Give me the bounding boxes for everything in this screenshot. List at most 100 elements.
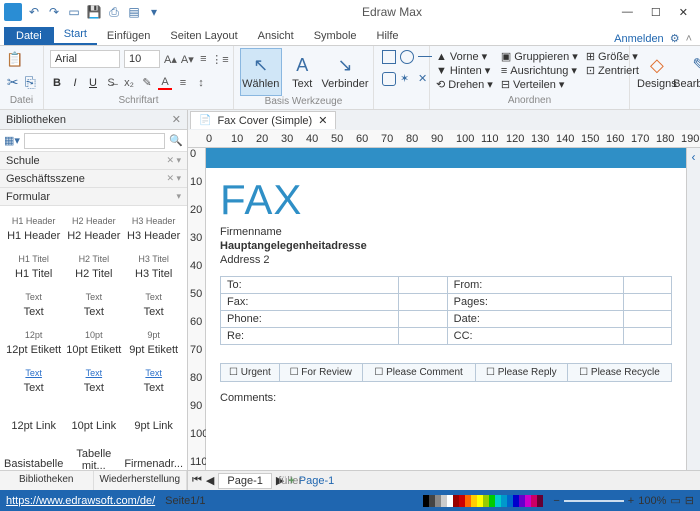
library-item[interactable]: 9pt Link [124,400,183,434]
zoom-control[interactable]: − + 100% ▭ ⊟ [553,494,694,507]
search-icon[interactable]: 🔍 [169,134,183,147]
shape-gallery[interactable]: ✶ ✕ [380,48,423,88]
select-tool[interactable]: ↖Wählen [240,48,282,96]
fit-width-icon[interactable]: ⊟ [685,494,694,507]
fax-title: FAX [220,176,672,224]
bold-icon[interactable]: B [50,76,64,90]
library-item[interactable]: 12pt Link [4,400,63,434]
login-link[interactable]: Anmelden [614,33,664,45]
window-buttons: — ☐ ✕ [622,6,696,19]
status-url[interactable]: https://www.edrawsoft.com/de/ [6,495,155,507]
tab-insert[interactable]: Einfügen [97,27,160,45]
grow-font-icon[interactable]: A▴ [164,52,177,66]
right-collapse-icon[interactable]: ‹ [686,148,700,470]
page-tab-1[interactable]: Page-1 [218,473,271,489]
shrink-font-icon[interactable]: A▾ [181,52,194,66]
page-nav-first-icon[interactable]: ⏮ [192,474,202,487]
tab-start[interactable]: Start [54,25,97,45]
library-item[interactable]: 9pt9pt Etikett [124,324,183,358]
library-item[interactable]: TextText [65,362,122,396]
settings-icon[interactable]: ⚙ [670,32,680,45]
color-palette[interactable] [423,495,543,507]
sidebar-cat-school[interactable]: Schule✕ ▾ [0,152,187,170]
italic-icon[interactable]: I [68,76,82,90]
library-item[interactable]: 10pt10pt Etikett [65,324,122,358]
zoom-in-icon[interactable]: + [628,495,634,507]
library-menu-icon[interactable]: ▦▾ [4,134,20,147]
strike-icon[interactable]: S̶ [104,76,118,90]
connector-tool[interactable]: ↘Verbinder [323,48,367,96]
edit-button[interactable]: ✎Bearbeiten [678,48,700,96]
sidebar-foot-restore[interactable]: Wiederherstellung [94,471,188,490]
library-item[interactable]: TextText [124,362,183,396]
library-item[interactable]: H2 HeaderH2 Header [65,210,122,244]
library-item[interactable]: TextText [4,286,63,320]
library-item[interactable]: TextText [4,362,63,396]
cut-icon[interactable]: ✂ [6,74,20,92]
line-spacing-icon[interactable]: ↕ [194,76,208,90]
library-item[interactable]: TextText [65,286,122,320]
redo-icon[interactable]: ↷ [46,4,62,20]
group-label-arrange: Anordnen [436,95,623,107]
text-tool[interactable]: AText [282,48,324,96]
sidebar-foot-lib[interactable]: Bibliotheken [0,471,94,490]
copy-icon[interactable]: ⎘ [24,74,38,92]
sidebar-close-icon[interactable]: ✕ [172,113,181,126]
distribute[interactable]: ⊟ Verteilen ▾ [501,78,578,91]
export-icon[interactable]: ▤ [126,4,142,20]
subscript-icon[interactable]: x₂ [122,76,136,90]
minimize-button[interactable]: — [622,6,633,19]
bring-front[interactable]: ▲ Vorne ▾ [436,50,493,63]
send-back[interactable]: ▼ Hinten ▾ [436,64,493,77]
fit-page-icon[interactable]: ▭ [670,494,680,507]
tab-help[interactable]: Hilfe [367,27,409,45]
align-left-icon[interactable]: ≡ [198,52,209,66]
print-icon[interactable]: ⎙ [106,4,122,20]
close-button[interactable]: ✕ [679,6,688,19]
paste-icon[interactable]: 📋 [6,50,24,68]
library-item[interactable]: H2 TitelH2 Titel [65,248,122,282]
library-item[interactable]: H3 TitelH3 Titel [124,248,183,282]
shape-circle-icon [400,50,414,64]
sidebar-cat-business[interactable]: Geschäftsszene✕ ▾ [0,170,187,188]
file-tab[interactable]: Datei [4,27,54,45]
tab-layout[interactable]: Seiten Layout [160,27,247,45]
library-item[interactable]: 12pt12pt Etikett [4,324,63,358]
zoom-out-icon[interactable]: − [553,495,559,507]
designs-button[interactable]: ◇Designs [636,48,678,96]
size-select[interactable] [124,50,160,68]
canvas[interactable]: FAX Firmenname Hauptangelegenheitadresse… [206,148,686,470]
library-item[interactable]: Firmenadr... [124,438,183,470]
tab-view[interactable]: Ansicht [248,27,304,45]
qat-dropdown-icon[interactable]: ▾ [146,4,162,20]
bullets-icon[interactable]: ⋮≡ [213,52,227,66]
collapse-ribbon-icon[interactable]: ˄ [686,33,692,45]
sidebar-cat-form[interactable]: Formular▾ [0,188,187,206]
align-center-icon[interactable]: ≡ [176,76,190,90]
library-item[interactable]: H1 TitelH1 Titel [4,248,63,282]
shape-roundrect-icon [382,72,396,86]
tab-symbols[interactable]: Symbole [304,27,367,45]
app-title: Edraw Max [166,5,618,19]
font-select[interactable] [50,50,120,68]
library-item[interactable]: H3 HeaderH3 Header [124,210,183,244]
doc-tab-fax[interactable]: 📄 Fax Cover (Simple) ✕ [190,111,336,129]
library-search-input[interactable] [24,133,165,149]
group[interactable]: ▣ Gruppieren ▾ [501,50,578,63]
library-item[interactable]: 10pt Link [65,400,122,434]
library-item[interactable]: Tabelle mit... [65,438,122,470]
library-item[interactable]: Basistabelle [4,438,63,470]
fontcolor-icon[interactable]: A [158,76,172,90]
highlight-icon[interactable]: ✎ [140,76,154,90]
tab-close-icon[interactable]: ✕ [318,114,327,127]
new-icon[interactable]: ▭ [66,4,82,20]
page-nav-prev-icon[interactable]: ◀ [206,474,214,487]
maximize-button[interactable]: ☐ [651,6,661,19]
save-icon[interactable]: 💾 [86,4,102,20]
library-item[interactable]: H1 HeaderH1 Header [4,210,63,244]
undo-icon[interactable]: ↶ [26,4,42,20]
underline-icon[interactable]: U [86,76,100,90]
rotate[interactable]: ⟲ Drehen ▾ [436,78,493,91]
align[interactable]: ≡ Ausrichtung ▾ [501,64,578,77]
library-item[interactable]: TextText [124,286,183,320]
